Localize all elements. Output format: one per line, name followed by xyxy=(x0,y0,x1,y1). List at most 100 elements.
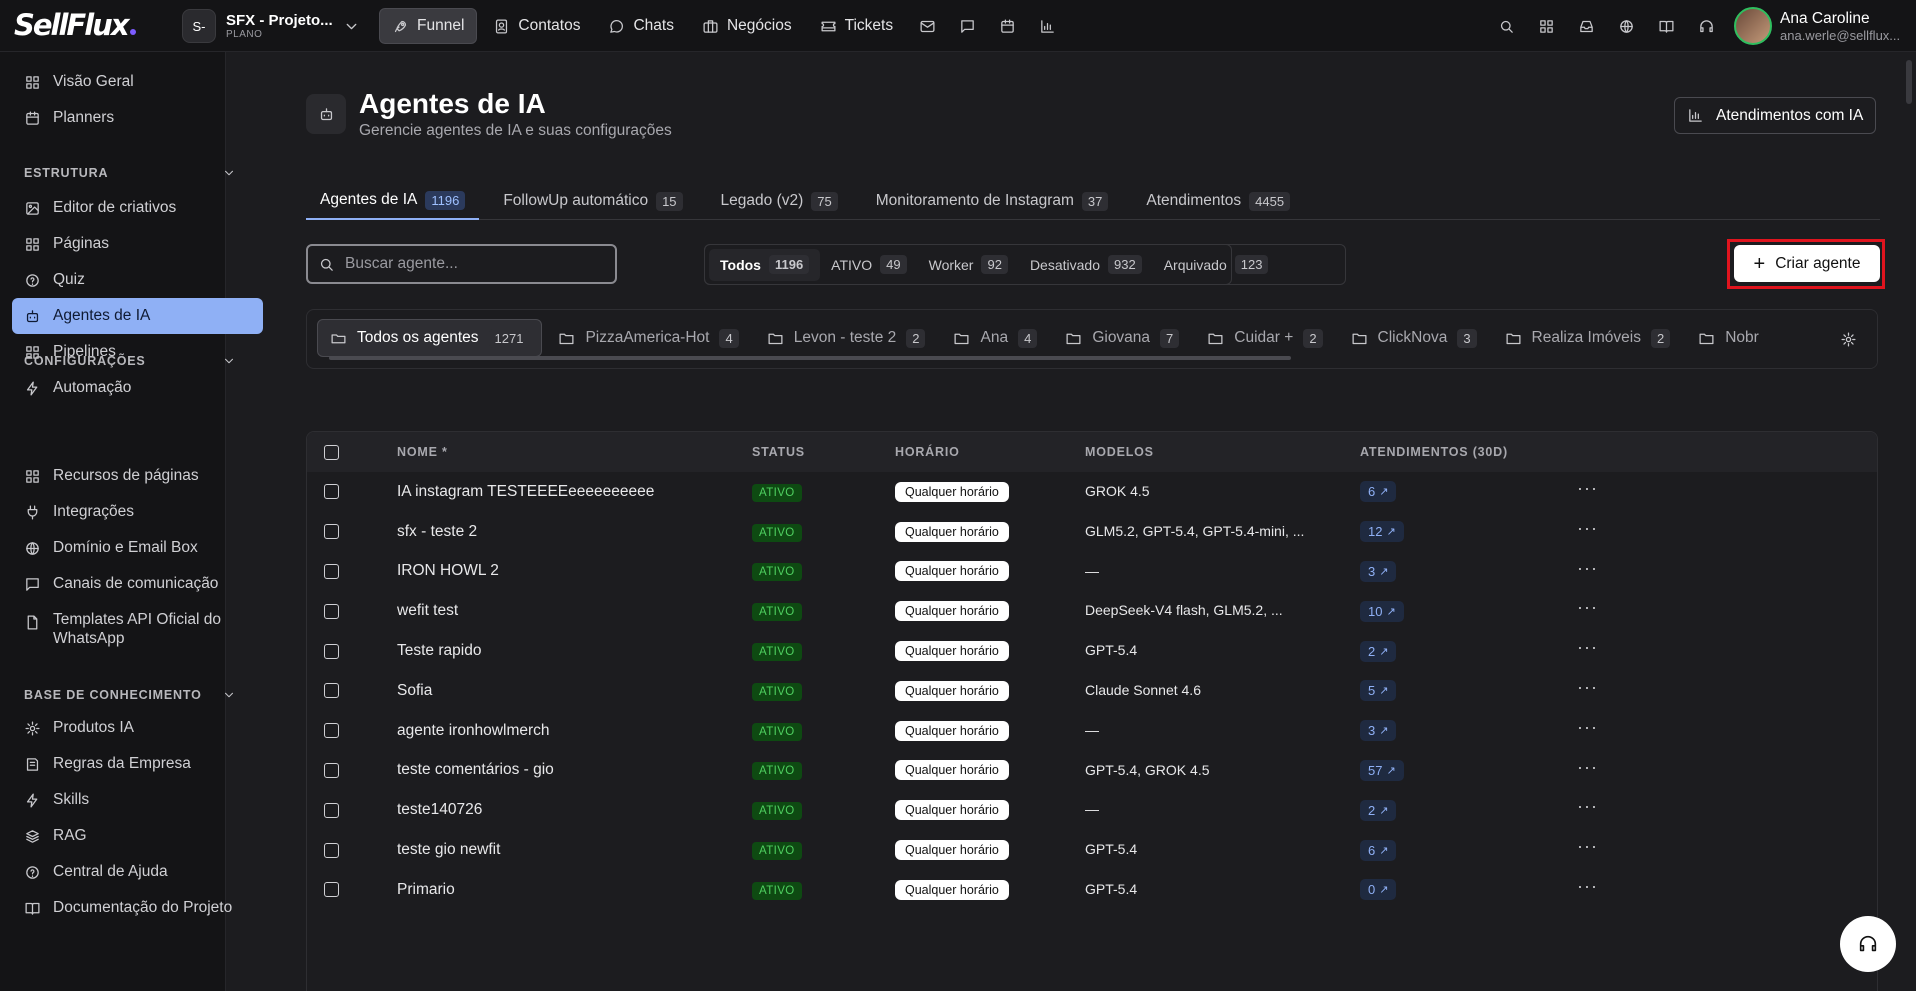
table-row[interactable]: agente ironhowlmerch ATIVO Qualquer horári… xyxy=(307,711,1877,751)
agent-name[interactable]: teste gio newfit xyxy=(397,841,500,859)
atendimentos-link[interactable]: 6 ↗ xyxy=(1360,839,1397,861)
row-checkbox[interactable] xyxy=(324,524,339,540)
table-row[interactable]: Teste rapido ATIVO Qualquer horário GPT-5.4… xyxy=(307,631,1877,671)
filter-worker[interactable]: Worker 92 xyxy=(918,249,1019,281)
table-row[interactable]: teste gio newfit ATIVO Qualquer horário GPT… xyxy=(307,830,1877,870)
table-row[interactable]: Sofia ATIVO Qualquer horário Claude Sonnet … xyxy=(307,671,1877,711)
folder-item[interactable]: Nobr xyxy=(1686,319,1771,357)
atendimentos-link[interactable]: 2 ↗ xyxy=(1360,799,1397,821)
tab-followup[interactable]: FollowUp automático 15 xyxy=(489,182,696,220)
folder-item[interactable]: Ana 4 xyxy=(941,319,1049,357)
agent-name[interactable]: Teste rapido xyxy=(397,642,481,660)
row-menu-button[interactable]: ··· xyxy=(1577,796,1598,817)
atendimentos-ia-button[interactable]: Atendimentos com IA xyxy=(1674,97,1877,134)
select-all-checkbox[interactable] xyxy=(324,444,339,460)
row-menu-button[interactable]: ··· xyxy=(1577,677,1598,698)
row-checkbox[interactable] xyxy=(324,882,339,898)
folder-item[interactable]: Realiza Imóveis 2 xyxy=(1493,319,1683,357)
filter-ativo[interactable]: ATIVO 49 xyxy=(820,249,917,281)
folder-todos[interactable]: Todos os agentes 1271 xyxy=(317,319,543,357)
row-menu-button[interactable]: ··· xyxy=(1577,717,1598,738)
row-checkbox[interactable] xyxy=(324,563,339,579)
docs-button[interactable] xyxy=(1648,8,1684,44)
row-menu-button[interactable]: ··· xyxy=(1577,558,1598,579)
agent-name[interactable]: Sofia xyxy=(397,682,432,700)
row-menu-button[interactable]: ··· xyxy=(1577,637,1598,658)
nav-negocios[interactable]: Negócios xyxy=(690,8,804,44)
calendar-nav-button[interactable] xyxy=(989,8,1025,44)
help-chat-button[interactable] xyxy=(1840,916,1896,972)
atendimentos-link[interactable]: 3 ↗ xyxy=(1360,720,1397,742)
nav-funnel[interactable]: Funnel xyxy=(379,8,478,44)
atendimentos-link[interactable]: 3 ↗ xyxy=(1360,560,1397,582)
agent-name[interactable]: teste comentários - gio xyxy=(397,761,554,779)
folder-item[interactable]: Levon - teste 2 2 xyxy=(755,319,938,357)
folder-item[interactable]: Giovana 7 xyxy=(1053,319,1191,357)
row-checkbox[interactable] xyxy=(324,723,339,739)
row-checkbox[interactable] xyxy=(324,643,339,659)
logo[interactable]: SellFlux xyxy=(14,8,136,42)
filter-desativado[interactable]: Desativado 932 xyxy=(1019,249,1153,281)
section-base-conhecimento[interactable]: BASE DE CONHECIMENTO xyxy=(24,688,250,702)
row-menu-button[interactable]: ··· xyxy=(1577,478,1598,499)
section-estrutura[interactable]: ESTRUTURA xyxy=(24,166,250,180)
atendimentos-link[interactable]: 2 ↗ xyxy=(1360,640,1397,662)
row-menu-button[interactable]: ··· xyxy=(1577,876,1598,897)
language-button[interactable] xyxy=(1608,8,1644,44)
messages-nav-button[interactable] xyxy=(949,8,985,44)
agent-name[interactable]: IA instagram TESTEEEEeeeeeeeeee xyxy=(397,483,654,501)
support-button[interactable] xyxy=(1688,8,1724,44)
project-selector[interactable]: S- SFX - Projeto... PLANO xyxy=(182,9,360,43)
nav-tickets[interactable]: Tickets xyxy=(808,8,906,44)
table-row[interactable]: teste comentários - gio ATIVO Qualquer hor… xyxy=(307,751,1877,791)
filter-arquivado[interactable]: Arquivado 123 xyxy=(1153,249,1280,281)
agent-name[interactable]: teste140726 xyxy=(397,801,482,819)
filter-todos[interactable]: Todos 1196 xyxy=(709,248,821,281)
tab-agentes-ia[interactable]: Agentes de IA 1196 xyxy=(306,182,480,220)
row-checkbox[interactable] xyxy=(324,683,339,699)
table-row[interactable]: Primario ATIVO Qualquer horário GPT-5.4 0 ↗ ··… xyxy=(307,870,1877,910)
row-menu-button[interactable]: ··· xyxy=(1577,597,1598,618)
atendimentos-link[interactable]: 5 ↗ xyxy=(1360,680,1397,702)
section-configuracoes[interactable]: CONFIGURAÇÕES xyxy=(24,354,250,368)
agent-name[interactable]: sfx - teste 2 xyxy=(397,523,477,541)
tab-atendimentos[interactable]: Atendimentos 4455 xyxy=(1132,182,1304,220)
agent-name[interactable]: wefit test xyxy=(397,602,458,620)
search-input[interactable]: Buscar agente... xyxy=(306,244,617,284)
table-row[interactable]: IRON HOWL 2 ATIVO Qualquer horário — 3 ↗ ··· xyxy=(307,552,1877,592)
row-checkbox[interactable] xyxy=(324,484,339,500)
table-row[interactable]: IA instagram TESTEEEEeeeeeeeeee ATIVO Qual… xyxy=(307,472,1877,512)
reports-nav-button[interactable] xyxy=(1029,8,1065,44)
folder-settings-button[interactable] xyxy=(1819,310,1877,368)
row-menu-button[interactable]: ··· xyxy=(1577,518,1598,539)
agent-name[interactable]: agente ironhowlmerch xyxy=(397,722,550,740)
tab-legado[interactable]: Legado (v2) 75 xyxy=(707,182,852,220)
folder-item[interactable]: PizzaAmerica-Hot 4 xyxy=(546,319,750,357)
agent-name[interactable]: IRON HOWL 2 xyxy=(397,562,499,580)
header-nome[interactable]: NOME * xyxy=(397,445,448,459)
user-menu[interactable]: Ana Caroline ana.werle@sellflux... xyxy=(1734,7,1900,45)
folder-item[interactable]: Cuidar + 2 xyxy=(1195,319,1334,357)
apps-button[interactable] xyxy=(1528,8,1564,44)
row-checkbox[interactable] xyxy=(324,603,339,619)
atendimentos-link[interactable]: 10 ↗ xyxy=(1360,600,1404,622)
agent-name[interactable]: Primario xyxy=(397,881,455,899)
inbox-button[interactable] xyxy=(1568,8,1604,44)
table-row[interactable]: teste140726 ATIVO Qualquer horário — 2 ↗ ··· xyxy=(307,790,1877,830)
page-scrollbar[interactable] xyxy=(1906,60,1912,104)
row-checkbox[interactable] xyxy=(324,842,339,858)
folder-scrollbar[interactable] xyxy=(329,356,1291,360)
search-button[interactable] xyxy=(1488,8,1524,44)
row-checkbox[interactable] xyxy=(324,802,339,818)
row-menu-button[interactable]: ··· xyxy=(1577,836,1598,857)
nav-chats[interactable]: Chats xyxy=(596,8,686,44)
folder-item[interactable]: ClickNova 3 xyxy=(1339,319,1489,357)
table-row[interactable]: sfx - teste 2 ATIVO Qualquer horário GLM5.2… xyxy=(307,512,1877,552)
atendimentos-link[interactable]: 12 ↗ xyxy=(1360,521,1404,543)
mail-nav-button[interactable] xyxy=(909,8,945,44)
atendimentos-link[interactable]: 57 ↗ xyxy=(1360,759,1404,781)
tab-monitoramento-instagram[interactable]: Monitoramento de Instagram 37 xyxy=(862,182,1123,220)
nav-contatos[interactable]: Contatos xyxy=(481,8,592,44)
row-checkbox[interactable] xyxy=(324,762,339,778)
table-row[interactable]: wefit test ATIVO Qualquer horário DeepSeek-… xyxy=(307,591,1877,631)
